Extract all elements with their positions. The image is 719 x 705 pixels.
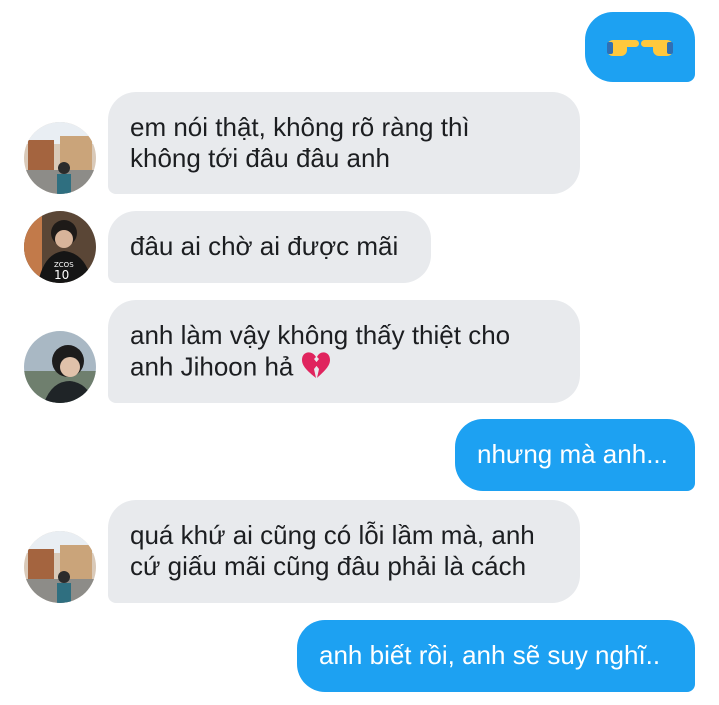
message-row: anh làm vậy không thấy thiệt cho anh Jih… bbox=[0, 300, 719, 403]
message-text: em nói thật, không rõ ràng thì bbox=[130, 112, 470, 142]
message-row: ZCOS 10 đâu ai chờ ai được mãi bbox=[0, 211, 719, 283]
outgoing-message-bubble[interactable] bbox=[585, 12, 695, 82]
pointing-hands-emoji-icon bbox=[605, 30, 675, 71]
message-text: không tới đâu đâu anh bbox=[130, 143, 390, 173]
message-text: cứ giấu mãi cũng đâu phải là cách bbox=[130, 551, 527, 581]
message-row bbox=[0, 12, 719, 82]
message-text: quá khứ ai cũng có lỗi lầm mà, anh bbox=[130, 520, 535, 550]
message-text: anh Jihoon hả bbox=[130, 351, 294, 382]
message-row: quá khứ ai cũng có lỗi lầm mà, anh cứ gi… bbox=[0, 500, 719, 603]
incoming-message-bubble[interactable]: quá khứ ai cũng có lỗi lầm mà, anh cứ gi… bbox=[108, 500, 580, 603]
svg-text:10: 10 bbox=[54, 268, 69, 282]
incoming-message-bubble[interactable]: em nói thật, không rõ ràng thì không tới… bbox=[108, 92, 580, 194]
message-text: anh làm vậy không thấy thiệt cho bbox=[130, 320, 511, 350]
avatar[interactable] bbox=[24, 531, 96, 603]
broken-heart-emoji-icon bbox=[301, 351, 331, 386]
message-text-line: anh Jihoon hả bbox=[130, 351, 558, 386]
outgoing-message-bubble[interactable]: anh biết rồi, anh sẽ suy nghĩ.. bbox=[297, 620, 695, 692]
message-text: nhưng mà anh... bbox=[477, 439, 668, 469]
avatar[interactable] bbox=[24, 331, 96, 403]
incoming-message-bubble[interactable]: anh làm vậy không thấy thiệt cho anh Jih… bbox=[108, 300, 580, 403]
incoming-message-bubble[interactable]: đâu ai chờ ai được mãi bbox=[108, 211, 431, 283]
outgoing-message-bubble[interactable]: nhưng mà anh... bbox=[455, 419, 695, 491]
avatar[interactable]: ZCOS 10 bbox=[24, 211, 96, 283]
message-text: đâu ai chờ ai được mãi bbox=[130, 231, 399, 261]
message-text: anh biết rồi, anh sẽ suy nghĩ.. bbox=[319, 640, 661, 670]
message-row: nhưng mà anh... bbox=[0, 419, 719, 491]
message-row: anh biết rồi, anh sẽ suy nghĩ.. bbox=[0, 620, 719, 692]
message-row: em nói thật, không rõ ràng thì không tới… bbox=[0, 92, 719, 194]
avatar[interactable] bbox=[24, 122, 96, 194]
